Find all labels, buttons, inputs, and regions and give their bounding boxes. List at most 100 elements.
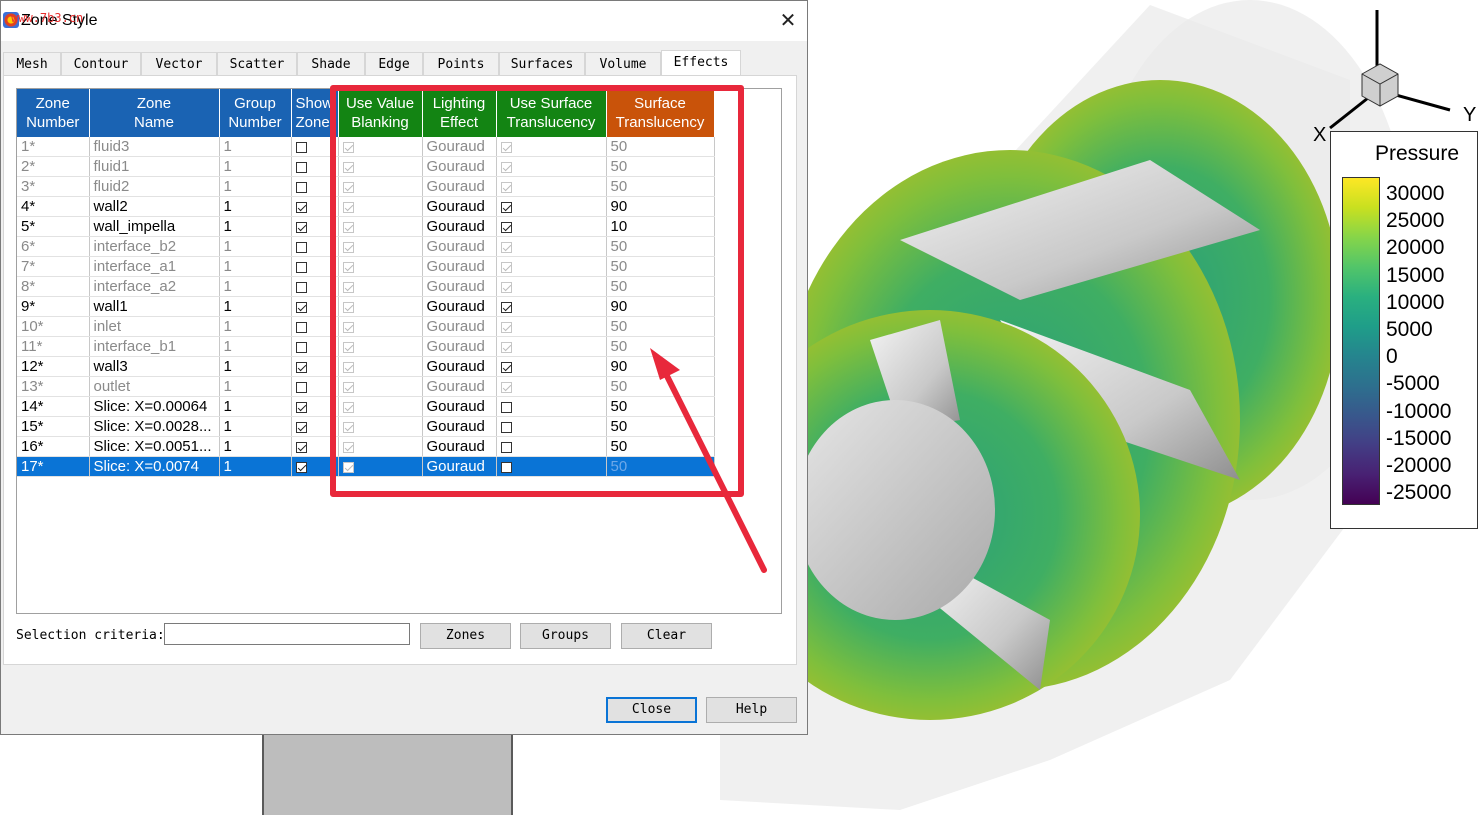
legend-level-label: 15000 <box>1386 263 1445 287</box>
tab-contour[interactable]: Contour <box>61 52 141 76</box>
group-number-cell[interactable]: 1 <box>219 256 292 277</box>
zone-name-cell[interactable]: wall1 <box>89 296 220 317</box>
show-zone-checkbox[interactable] <box>295 402 307 413</box>
show-zone-checkbox[interactable] <box>295 142 307 153</box>
zone-name-cell[interactable]: wall3 <box>89 356 220 377</box>
zone-name-cell[interactable]: fluid1 <box>89 156 220 177</box>
tab-shade[interactable]: Shade <box>297 52 365 76</box>
zone-name-cell[interactable]: Slice: X=0.00064 <box>89 396 220 417</box>
zone-name-cell[interactable]: Slice: X=0.0074 <box>89 456 220 477</box>
zone-name-cell[interactable]: interface_b1 <box>89 336 220 357</box>
zone-number-cell[interactable]: 4* <box>17 196 90 217</box>
show-zone-checkbox[interactable] <box>295 322 307 333</box>
show-zone-checkbox[interactable] <box>295 262 307 273</box>
legend-level-label: 5000 <box>1386 318 1433 341</box>
show-zone-checkbox[interactable] <box>295 302 307 313</box>
header-group-number[interactable]: Group Number <box>219 89 292 137</box>
zone-number-cell[interactable]: 8* <box>17 276 90 297</box>
show-zone-checkbox[interactable] <box>295 222 307 233</box>
group-number-cell[interactable]: 1 <box>219 416 292 437</box>
tab-mesh[interactable]: Mesh <box>3 52 61 76</box>
zone-number-cell[interactable]: 5* <box>17 216 90 237</box>
group-number-cell[interactable]: 1 <box>219 196 292 217</box>
group-number-cell[interactable]: 1 <box>219 436 292 457</box>
zone-number-cell[interactable]: 12* <box>17 356 90 377</box>
tab-edge[interactable]: Edge <box>365 52 423 76</box>
zone-number-cell[interactable]: 15* <box>17 416 90 437</box>
zone-name-cell[interactable]: wall2 <box>89 196 220 217</box>
group-number-cell[interactable]: 1 <box>219 137 292 157</box>
zone-number-cell[interactable]: 1* <box>17 137 90 157</box>
group-number-cell[interactable]: 1 <box>219 356 292 377</box>
zone-name-cell[interactable]: Slice: X=0.0028... <box>89 416 220 437</box>
show-zone-checkbox[interactable] <box>295 462 307 473</box>
legend-level-label: 30000 <box>1386 182 1445 205</box>
show-zone-checkbox[interactable] <box>295 362 307 373</box>
show-zone-checkbox[interactable] <box>295 422 307 433</box>
group-number-cell[interactable]: 1 <box>219 396 292 417</box>
show-zone-checkbox[interactable] <box>295 162 307 173</box>
groups-button[interactable]: Groups <box>520 623 611 649</box>
zone-number-cell[interactable]: 17* <box>17 456 90 477</box>
zone-name-cell[interactable]: interface_a1 <box>89 256 220 277</box>
zone-number-cell[interactable]: 9* <box>17 296 90 317</box>
zones-button[interactable]: Zones <box>420 623 511 649</box>
zone-name-cell[interactable]: Slice: X=0.0051... <box>89 436 220 457</box>
group-number-cell[interactable]: 1 <box>219 276 292 297</box>
zone-number-cell[interactable]: 13* <box>17 376 90 397</box>
legend-level-label: -25000 <box>1386 481 1452 505</box>
legend-level-label: 20000 <box>1386 236 1445 260</box>
zone-number-cell[interactable]: 6* <box>17 236 90 257</box>
close-icon[interactable]: ✕ <box>771 7 805 35</box>
selection-criteria-input[interactable] <box>164 623 410 645</box>
zone-name-cell[interactable]: interface_b2 <box>89 236 220 257</box>
zone-name-cell[interactable]: fluid3 <box>89 137 220 157</box>
legend-level-label: 25000 <box>1386 209 1445 233</box>
show-zone-checkbox[interactable] <box>295 182 307 193</box>
legend-level-label: -5000 <box>1386 372 1440 396</box>
show-zone-checkbox[interactable] <box>295 282 307 293</box>
legend-colorbar <box>1342 177 1380 505</box>
tab-effects[interactable]: Effects <box>661 50 741 76</box>
group-number-cell[interactable]: 1 <box>219 376 292 397</box>
legend-level-label: 0 <box>1386 345 1398 369</box>
tab-scatter[interactable]: Scatter <box>217 52 297 76</box>
show-zone-checkbox[interactable] <box>295 442 307 453</box>
tab-points[interactable]: Points <box>423 52 499 76</box>
group-number-cell[interactable]: 1 <box>219 176 292 197</box>
zone-number-cell[interactable]: 2* <box>17 156 90 177</box>
close-button[interactable]: Close <box>606 697 697 723</box>
group-number-cell[interactable]: 1 <box>219 316 292 337</box>
header-zone-number[interactable]: Zone Number <box>17 89 90 137</box>
group-number-cell[interactable]: 1 <box>219 296 292 317</box>
zone-name-cell[interactable]: interface_a2 <box>89 276 220 297</box>
zone-number-cell[interactable]: 7* <box>17 256 90 277</box>
zone-number-cell[interactable]: 16* <box>17 436 90 457</box>
show-zone-checkbox[interactable] <box>295 342 307 353</box>
zone-number-cell[interactable]: 10* <box>17 316 90 337</box>
zone-number-cell[interactable]: 14* <box>17 396 90 417</box>
zone-name-cell[interactable]: fluid2 <box>89 176 220 197</box>
show-zone-checkbox[interactable] <box>295 242 307 253</box>
tab-surfaces[interactable]: Surfaces <box>499 52 585 76</box>
tab-volume[interactable]: Volume <box>585 52 661 76</box>
show-zone-checkbox[interactable] <box>295 202 307 213</box>
zone-number-cell[interactable]: 11* <box>17 336 90 357</box>
group-number-cell[interactable]: 1 <box>219 456 292 477</box>
group-number-cell[interactable]: 1 <box>219 336 292 357</box>
show-zone-checkbox[interactable] <box>295 382 307 393</box>
zone-name-cell[interactable]: wall_impella <box>89 216 220 237</box>
legend-level-label: 10000 <box>1386 290 1445 314</box>
pressure-legend[interactable]: Pressure 30000 25000 20000 15000 10000 5000 0 -… <box>1330 131 1478 529</box>
tab-vector[interactable]: Vector <box>141 52 217 76</box>
group-number-cell[interactable]: 1 <box>219 156 292 177</box>
header-zone-name[interactable]: Zone Name <box>89 89 220 137</box>
zone-name-cell[interactable]: inlet <box>89 316 220 337</box>
clear-button[interactable]: Clear <box>621 623 712 649</box>
group-number-cell[interactable]: 1 <box>219 216 292 237</box>
title-bar[interactable]: Zone Style www.7b3.cn ✕ <box>1 1 807 41</box>
group-number-cell[interactable]: 1 <box>219 236 292 257</box>
help-button[interactable]: Help <box>706 697 797 723</box>
zone-number-cell[interactable]: 3* <box>17 176 90 197</box>
zone-name-cell[interactable]: outlet <box>89 376 220 397</box>
